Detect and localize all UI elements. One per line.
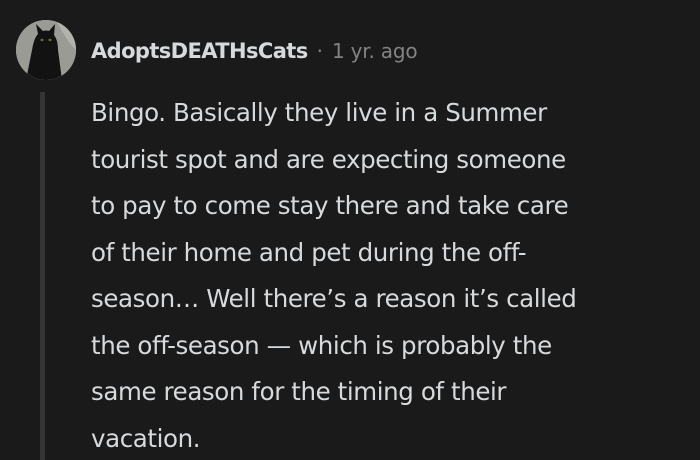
meta-separator: · bbox=[316, 39, 323, 63]
timestamp-link[interactable]: 1 yr. ago bbox=[332, 39, 418, 63]
comment-body-line: vacation. bbox=[91, 423, 201, 453]
comment-header: AdoptsDEATHsCats · 1 yr. ago bbox=[91, 36, 418, 66]
comment-body-line: same reason for the timing of their bbox=[91, 377, 507, 406]
avatar[interactable] bbox=[16, 20, 76, 80]
username-link[interactable]: AdoptsDEATHsCats bbox=[91, 39, 308, 63]
black-cat-avatar-icon bbox=[16, 20, 76, 80]
comment-body-line: to pay to come stay there and take care bbox=[91, 191, 569, 220]
comment-body-line: the off-season — which is probably the bbox=[91, 330, 552, 360]
comment: AdoptsDEATHsCats · 1 yr. ago Bingo. Basi… bbox=[0, 0, 700, 460]
comment-body-line: Bingo. Basically they live in a Summer bbox=[91, 98, 547, 127]
comment-body-line: tourist spot and are expecting someone bbox=[91, 144, 566, 174]
comment-body-line: of their home and pet during the off- bbox=[91, 237, 527, 267]
comment-body: Bingo. Basically they live in a Summer t… bbox=[91, 90, 691, 460]
thread-collapse-line[interactable] bbox=[40, 92, 45, 460]
comment-body-line: season… Well there’s a reason it’s calle… bbox=[91, 284, 577, 313]
